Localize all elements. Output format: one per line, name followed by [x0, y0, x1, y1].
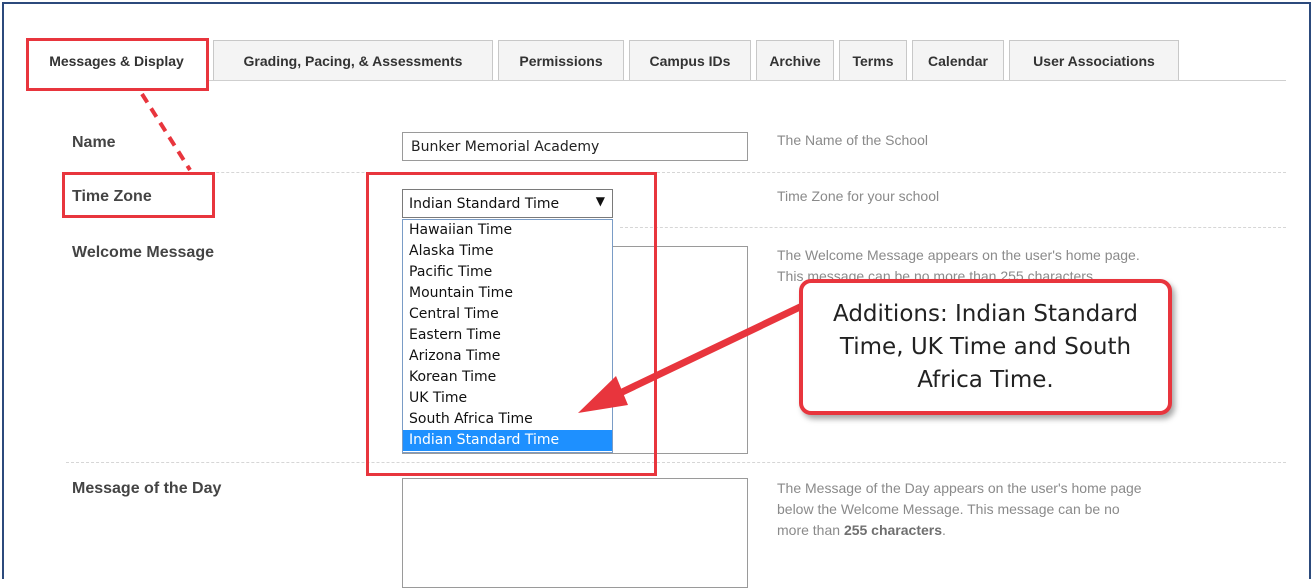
- callout-arrow-head: [578, 376, 628, 413]
- dashed-connector-line: [140, 92, 192, 172]
- callout-text: Additions: Indian Standard Time, UK Time…: [833, 300, 1138, 393]
- callout-arrow-shaft: [612, 303, 804, 399]
- annotation-callout: Additions: Indian Standard Time, UK Time…: [799, 279, 1172, 415]
